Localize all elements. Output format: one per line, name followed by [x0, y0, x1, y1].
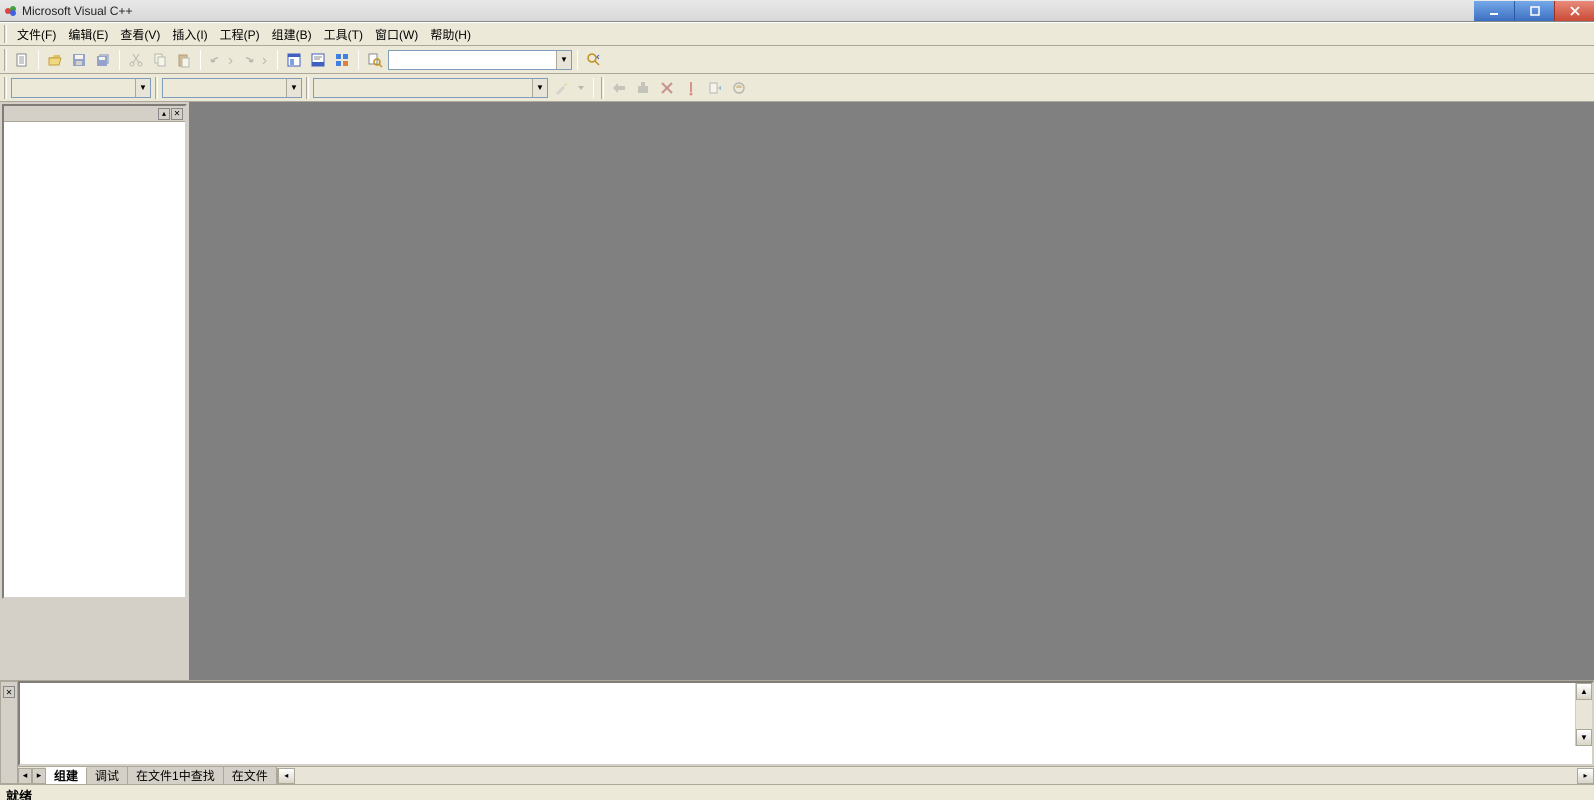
window-controls: [1474, 1, 1594, 21]
toolbar-handle-5[interactable]: [601, 77, 604, 99]
window-maximize-button[interactable]: [1514, 1, 1554, 21]
open-button[interactable]: [44, 49, 66, 71]
app-icon: [4, 4, 18, 18]
stop-build-button: [656, 77, 678, 99]
output-close-button[interactable]: ✕: [3, 686, 15, 698]
workspace-close-button[interactable]: ✕: [171, 108, 183, 120]
class-combo: ▼: [11, 78, 151, 98]
output-tab-find2[interactable]: 在文件: [224, 767, 277, 784]
toolbar-handle-1[interactable]: [4, 49, 7, 71]
menubar: 文件(F) 编辑(E) 查看(V) 插入(I) 工程(P) 组建(B) 工具(T…: [0, 22, 1594, 46]
filter-combo: ▼: [162, 78, 302, 98]
undo-button: [206, 49, 238, 71]
output-scrollbar-vertical[interactable]: ▲ ▼: [1575, 683, 1592, 746]
output-panel-handle[interactable]: ✕: [0, 681, 18, 784]
new-text-file-button[interactable]: [11, 49, 33, 71]
member-combo: ▼: [313, 78, 548, 98]
window-close-button[interactable]: [1554, 1, 1594, 21]
workspace-minimize-button[interactable]: ▴: [158, 108, 170, 120]
wizard-action-button: [550, 77, 572, 99]
output-panel: ✕ ▲ ▼ ◂ ▸ 组建 调试 在文件1中查找 在文件 ◂ ▸: [0, 680, 1594, 784]
hscroll-right-button[interactable]: ▸: [1577, 768, 1594, 784]
execute-button: [680, 77, 702, 99]
build-button: [632, 77, 654, 99]
go-button: [704, 77, 726, 99]
copy-button: [149, 49, 171, 71]
wizard-dropdown-button: [574, 77, 588, 99]
output-tab-debug[interactable]: 调试: [87, 767, 128, 784]
tab-scroll-left-button[interactable]: ◂: [18, 768, 32, 784]
titlebar: Microsoft Visual C++: [0, 0, 1594, 22]
output-tabs: ◂ ▸ 组建 调试 在文件1中查找 在文件 ◂ ▸: [18, 766, 1594, 784]
redo-button: [240, 49, 272, 71]
find-in-files-button[interactable]: [364, 49, 386, 71]
editor-area: [189, 102, 1594, 680]
menu-project[interactable]: 工程(P): [214, 23, 266, 46]
output-body: ▲ ▼: [18, 681, 1594, 766]
toolbar-handle-4[interactable]: [306, 77, 309, 99]
cut-button: [125, 49, 147, 71]
compile-button: [608, 77, 630, 99]
save-all-button: [92, 49, 114, 71]
output-tab-build[interactable]: 组建: [46, 767, 87, 784]
output-tab-find1[interactable]: 在文件1中查找: [128, 767, 224, 784]
tab-scroll-right-button[interactable]: ▸: [32, 768, 46, 784]
menubar-handle[interactable]: [4, 25, 7, 43]
standard-toolbar: ▼: [0, 46, 1594, 74]
menu-tools[interactable]: 工具(T): [318, 23, 369, 46]
workspace-panel: ▴ ✕: [2, 104, 187, 599]
app-title: Microsoft Visual C++: [22, 4, 133, 18]
output-button[interactable]: [307, 49, 329, 71]
toolbar-handle-3[interactable]: [155, 77, 158, 99]
hscroll-left-button[interactable]: ◂: [278, 768, 295, 784]
window-list-button[interactable]: [331, 49, 353, 71]
menu-window[interactable]: 窗口(W): [369, 23, 424, 46]
statusbar: 就绪: [0, 784, 1594, 800]
menu-edit[interactable]: 编辑(E): [62, 23, 114, 46]
scroll-down-button[interactable]: ▼: [1576, 729, 1592, 746]
window-minimize-button[interactable]: [1474, 1, 1514, 21]
status-text: 就绪: [6, 786, 32, 800]
toolbar-handle-2[interactable]: [4, 77, 7, 99]
search-button[interactable]: [583, 49, 605, 71]
menu-build[interactable]: 组建(B): [266, 23, 318, 46]
menu-help[interactable]: 帮助(H): [424, 23, 477, 46]
wizard-toolbar: ▼ ▼ ▼: [0, 74, 1594, 102]
workspace-button[interactable]: [283, 49, 305, 71]
insert-breakpoint-button: [728, 77, 750, 99]
menu-insert[interactable]: 插入(I): [166, 23, 213, 46]
scroll-up-button[interactable]: ▲: [1576, 683, 1592, 700]
find-combo[interactable]: ▼: [388, 50, 572, 70]
paste-button: [173, 49, 195, 71]
main-area: ▴ ✕: [0, 102, 1594, 680]
chevron-down-icon[interactable]: ▼: [556, 51, 571, 69]
menu-file[interactable]: 文件(F): [11, 23, 62, 46]
menu-view[interactable]: 查看(V): [114, 23, 166, 46]
save-button: [68, 49, 90, 71]
